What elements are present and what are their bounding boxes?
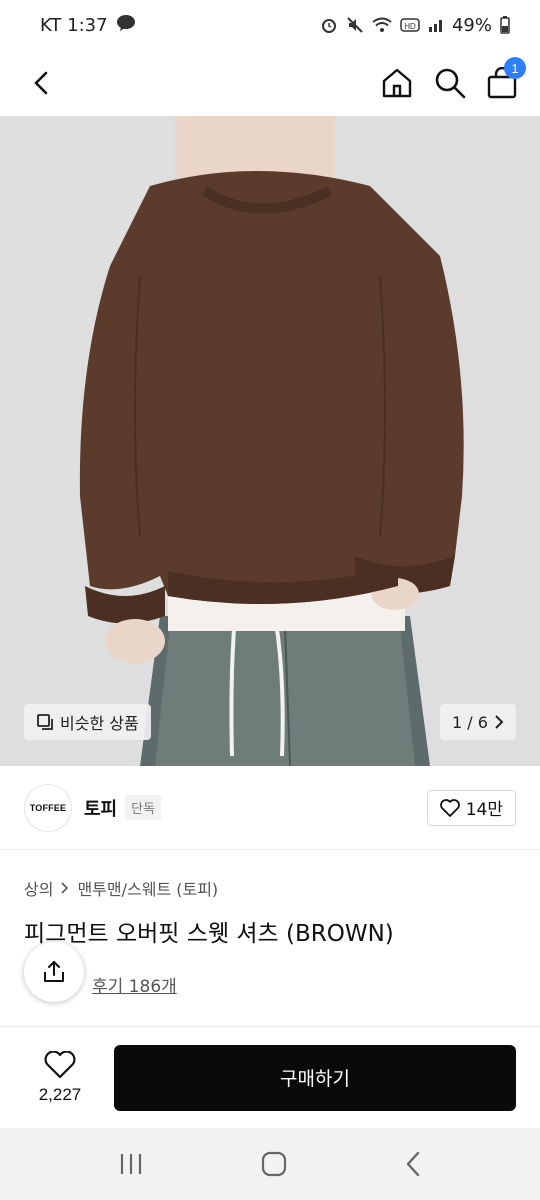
brand-logo[interactable]: TOFFEE — [24, 783, 72, 832]
breadcrumb: 상의 맨투맨/스웨트 (토피) — [24, 876, 218, 900]
wishlist-count: 2,227 — [38, 1084, 82, 1104]
messenger-icon — [116, 14, 136, 37]
status-left: KT 1:37 — [40, 14, 136, 37]
copy-icon — [37, 714, 53, 730]
system-navigation-bar — [0, 1128, 540, 1200]
buy-button[interactable]: 구매하기 — [114, 1044, 516, 1111]
review-link[interactable]: 후기 186개 — [92, 972, 177, 997]
carrier-time: KT 1:37 — [40, 14, 108, 36]
home-icon — [382, 68, 412, 98]
app-header: 1 — [0, 50, 540, 116]
svg-text:HD: HD — [404, 22, 416, 31]
wifi-icon — [372, 17, 392, 33]
page-indicator-text: 1 / 6 — [452, 712, 488, 732]
similar-products-button[interactable]: 비슷한 상품 — [24, 704, 151, 740]
breadcrumb-item-category[interactable]: 상의 — [24, 876, 53, 900]
alarm-icon — [320, 16, 338, 34]
wishlist-button[interactable]: 2,227 — [24, 1050, 96, 1105]
similar-products-label: 비슷한 상품 — [60, 714, 139, 733]
back-nav-button[interactable] — [404, 1151, 422, 1177]
hd-icon: HD — [400, 17, 420, 33]
home-button[interactable] — [380, 66, 414, 100]
mute-icon — [346, 16, 364, 34]
brand-like-count: 14만 — [465, 800, 503, 820]
brand-like-button[interactable]: 14만 — [426, 789, 516, 826]
share-button[interactable] — [24, 942, 84, 1002]
share-icon — [44, 961, 64, 982]
breadcrumb-item-subcategory[interactable]: 맨투맨/스웨트 (토피) — [77, 876, 218, 900]
chevron-right-icon — [61, 882, 69, 894]
home-button-icon — [261, 1151, 287, 1177]
purchase-bar: 2,227 구매하기 — [0, 1026, 540, 1128]
status-right: HD 49% — [320, 15, 510, 36]
cart-button[interactable]: 1 — [486, 57, 526, 99]
back-icon — [34, 71, 48, 95]
product-image-gallery[interactable]: 비슷한 상품 1 / 6 — [0, 116, 540, 766]
recent-apps-icon — [121, 1154, 142, 1174]
home-nav-button[interactable] — [261, 1151, 287, 1177]
battery-icon — [500, 16, 510, 34]
back-button[interactable] — [28, 69, 56, 97]
cart-count-badge: 1 — [504, 57, 526, 79]
brand-row: TOFFEE 토피 단독 14만 — [0, 766, 540, 850]
header-actions: 1 — [380, 57, 526, 100]
image-page-indicator[interactable]: 1 / 6 — [440, 704, 516, 740]
signal-icon — [428, 17, 444, 33]
exclusive-badge: 단독 — [125, 795, 162, 820]
chevron-right-icon — [495, 715, 504, 729]
recent-apps-button[interactable] — [118, 1152, 144, 1176]
brand-name[interactable]: 토피 — [84, 795, 117, 821]
battery-text: 49% — [451, 14, 492, 36]
status-bar: KT 1:37 HD 49% — [0, 0, 540, 50]
heart-icon — [439, 798, 460, 817]
product-photo — [0, 116, 540, 766]
heart-icon — [44, 1050, 76, 1078]
back-nav-icon — [406, 1151, 419, 1177]
search-icon — [435, 68, 466, 99]
product-title: 피그먼트 오버핏 스웻 셔츠 (BROWN) — [24, 921, 394, 947]
search-button[interactable] — [434, 67, 466, 99]
